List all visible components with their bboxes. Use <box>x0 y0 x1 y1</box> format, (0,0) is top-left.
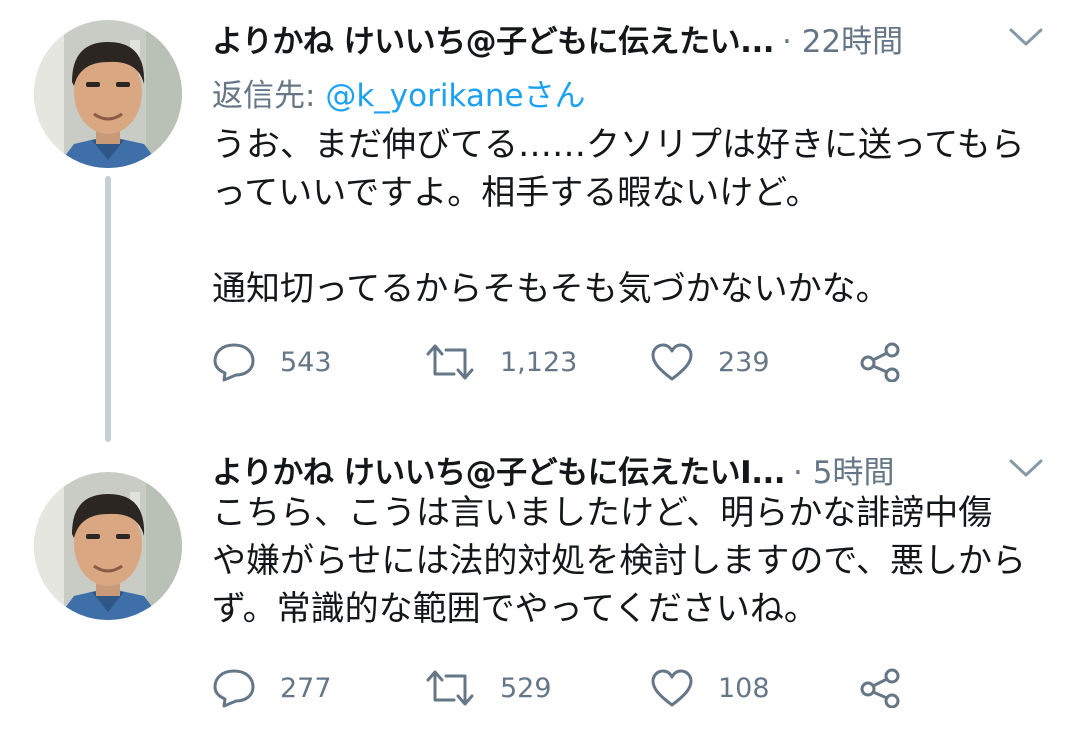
reply-to-handle[interactable]: @k_yorikaneさん <box>325 78 585 114</box>
retweet-icon <box>426 670 474 706</box>
tweet-text-line: ず。常識的な範囲でやってくださいね。 <box>212 589 818 629</box>
reply-to-handle-text[interactable]: @k_yorikane <box>325 78 523 114</box>
reply-to-label: 返信先: <box>212 78 316 114</box>
reply-to: 返信先: @k_yorikaneさん <box>212 70 586 114</box>
share-button[interactable] <box>858 342 902 382</box>
retweet-icon <box>426 344 474 380</box>
like-count: 239 <box>718 346 770 378</box>
like-button[interactable]: 239 <box>650 342 770 382</box>
reply-to-suffix[interactable]: さん <box>524 78 586 114</box>
author-name[interactable]: よりかね けいいち@子どもに伝えたいI... <box>212 447 786 492</box>
retweet-count: 529 <box>500 672 552 704</box>
tweet[interactable]: よりかね けいいち@子どもに伝えたい... · 22時間 返信先: @k_yor… <box>0 0 1075 442</box>
like-icon <box>651 343 693 381</box>
avatar[interactable] <box>34 20 182 168</box>
chevron-down-icon[interactable] <box>1007 24 1045 50</box>
author-name[interactable]: よりかね けいいち@子どもに伝えたい... <box>212 16 775 61</box>
tweet-text: こちら、こうは言いましたけど、明らかな誹謗中傷 や嫌がらせには法的対処を検討しま… <box>212 489 1062 633</box>
timestamp[interactable]: · 22時間 <box>782 16 903 61</box>
share-icon <box>860 668 900 708</box>
share-icon <box>860 342 900 382</box>
tweet-actions: 543 1,123 239 <box>212 342 932 382</box>
reply-icon <box>213 669 255 708</box>
reply-icon <box>213 343 255 382</box>
tweet[interactable]: よりかね けいいち@子どもに伝えたいI... · 5時間 こちら、こうは言いまし… <box>0 432 1075 741</box>
tweet-text-line: や嫌がらせには法的対処を検討しますので、悪しから <box>212 541 1026 581</box>
like-count: 108 <box>718 672 770 704</box>
avatar[interactable] <box>34 472 182 620</box>
like-icon <box>651 669 693 707</box>
timestamp[interactable]: · 5時間 <box>793 447 894 492</box>
tweet-text-line: っていいですよ。相手する暇ないけど。 <box>212 173 820 213</box>
tweet-header: よりかね けいいち@子どもに伝えたいI... · 5時間 <box>212 447 1045 492</box>
tweet-text-line: うお、まだ伸びてる……クソリプは好きに送ってもら <box>212 125 1025 165</box>
reply-count: 543 <box>280 346 332 378</box>
retweet-button[interactable]: 529 <box>424 668 552 708</box>
reply-count: 277 <box>280 672 332 704</box>
tweet-text: うお、まだ伸びてる……クソリプは好きに送ってもら っていいですよ。相手する暇ない… <box>212 121 1062 313</box>
like-button[interactable]: 108 <box>650 668 770 708</box>
reply-button[interactable]: 277 <box>212 668 332 708</box>
tweet-text-line: こちら、こうは言いましたけど、明らかな誹謗中傷 <box>212 493 993 533</box>
chevron-down-icon[interactable] <box>1007 455 1045 481</box>
retweet-count: 1,123 <box>500 346 578 378</box>
share-button[interactable] <box>858 668 902 708</box>
tweet-text-line: 通知切ってるからそもそも気づかないかな。 <box>212 269 890 309</box>
tweet-actions: 277 529 108 <box>212 668 932 708</box>
thread-connector <box>105 176 111 442</box>
tweet-header: よりかね けいいち@子どもに伝えたい... · 22時間 <box>212 16 1045 61</box>
retweet-button[interactable]: 1,123 <box>424 342 577 382</box>
reply-button[interactable]: 543 <box>212 342 332 382</box>
